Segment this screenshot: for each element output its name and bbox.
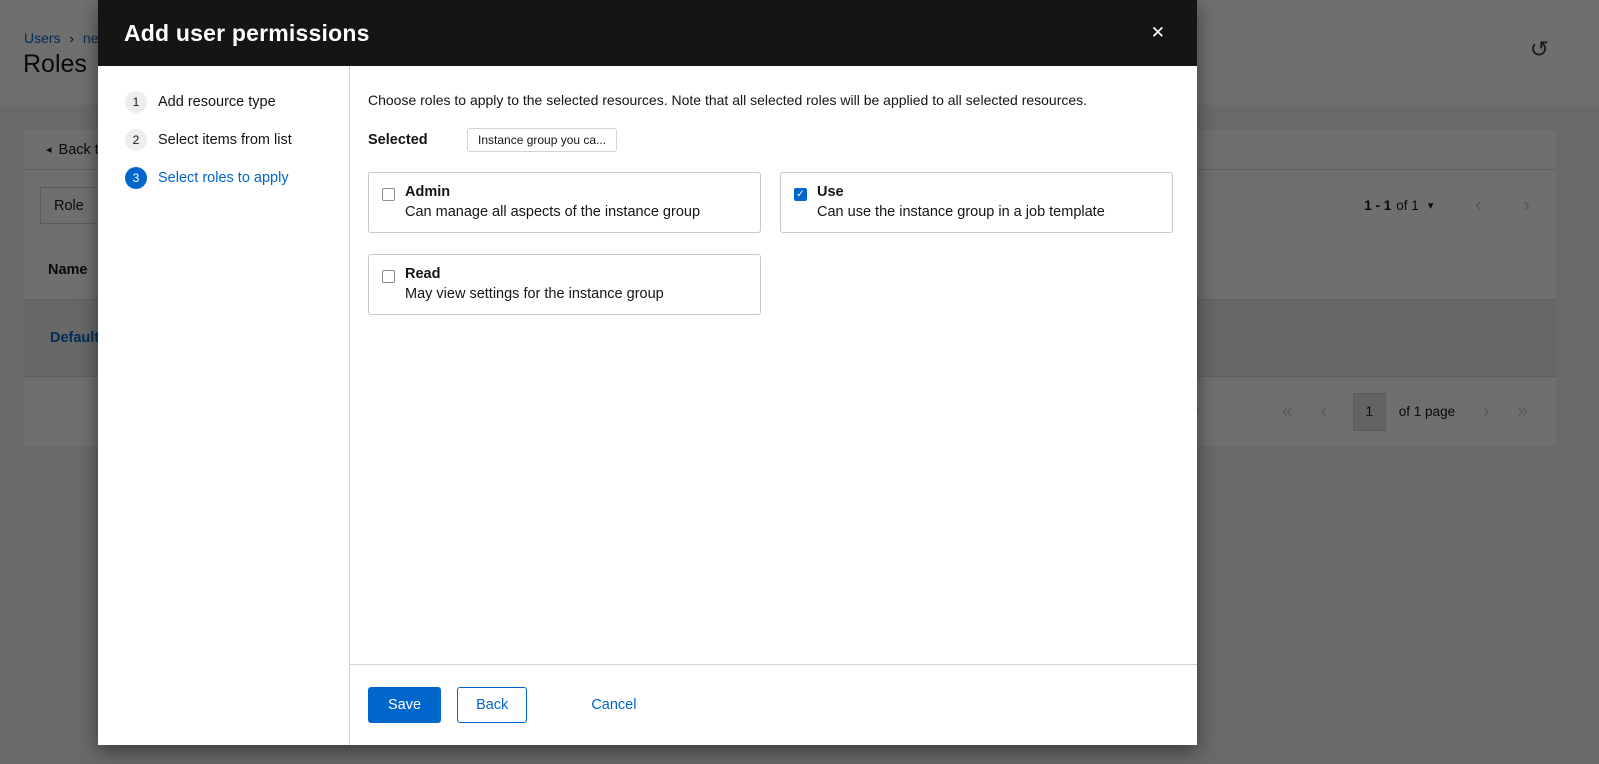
wizard-nav: 1 Add resource type 2 Select items from … — [98, 66, 350, 745]
role-title-use: Use — [817, 184, 844, 200]
modal-title: Add user permissions — [124, 19, 370, 46]
role-card-use[interactable]: ✓ Use Can use the instance group in a jo… — [780, 172, 1173, 233]
step-2-label: Select items from list — [158, 132, 292, 148]
wizard-footer: Save Back Cancel — [350, 664, 1197, 745]
use-checkbox[interactable]: ✓ — [794, 188, 807, 201]
role-card-admin[interactable]: Admin Can manage all aspects of the inst… — [368, 172, 761, 233]
selected-resources-row: Selected Instance group you ca... — [368, 128, 1173, 152]
read-checkbox[interactable] — [382, 270, 395, 283]
step-3-badge: 3 — [125, 167, 147, 189]
role-title-admin: Admin — [405, 184, 451, 200]
wizard-step-select-roles[interactable]: 3 Select roles to apply — [125, 167, 289, 189]
roles-grid: Admin Can manage all aspects of the inst… — [368, 172, 1173, 315]
add-user-permissions-modal: Add user permissions ✕ 1 Add resource ty… — [98, 0, 1197, 745]
wizard-step-panel: Choose roles to apply to the selected re… — [350, 66, 1197, 664]
wizard-step-add-resource-type[interactable]: 1 Add resource type — [125, 91, 276, 113]
selected-resource-chip: Instance group you ca... — [467, 128, 618, 152]
wizard-step-select-items[interactable]: 2 Select items from list — [125, 129, 292, 151]
step-3-label: Select roles to apply — [158, 170, 289, 186]
step-1-badge: 1 — [125, 91, 147, 113]
instruction-text: Choose roles to apply to the selected re… — [368, 92, 1088, 108]
cancel-button[interactable]: Cancel — [591, 688, 636, 722]
admin-checkbox[interactable] — [382, 188, 395, 201]
step-2-badge: 2 — [125, 129, 147, 151]
close-icon[interactable]: ✕ — [1145, 19, 1171, 47]
step-1-label: Add resource type — [158, 94, 276, 110]
role-desc-read: May view settings for the instance group — [405, 286, 664, 302]
back-button[interactable]: Back — [457, 687, 528, 723]
role-desc-use: Can use the instance group in a job temp… — [817, 204, 1105, 220]
role-card-read[interactable]: Read May view settings for the instance … — [368, 254, 761, 315]
save-button[interactable]: Save — [368, 687, 442, 723]
role-desc-admin: Can manage all aspects of the instance g… — [405, 204, 701, 220]
modal-header: Add user permissions ✕ — [98, 0, 1197, 66]
role-title-read: Read — [405, 266, 441, 282]
modal-body: 1 Add resource type 2 Select items from … — [98, 66, 1197, 745]
wizard-content: Choose roles to apply to the selected re… — [350, 66, 1197, 745]
selected-label: Selected — [368, 132, 428, 148]
